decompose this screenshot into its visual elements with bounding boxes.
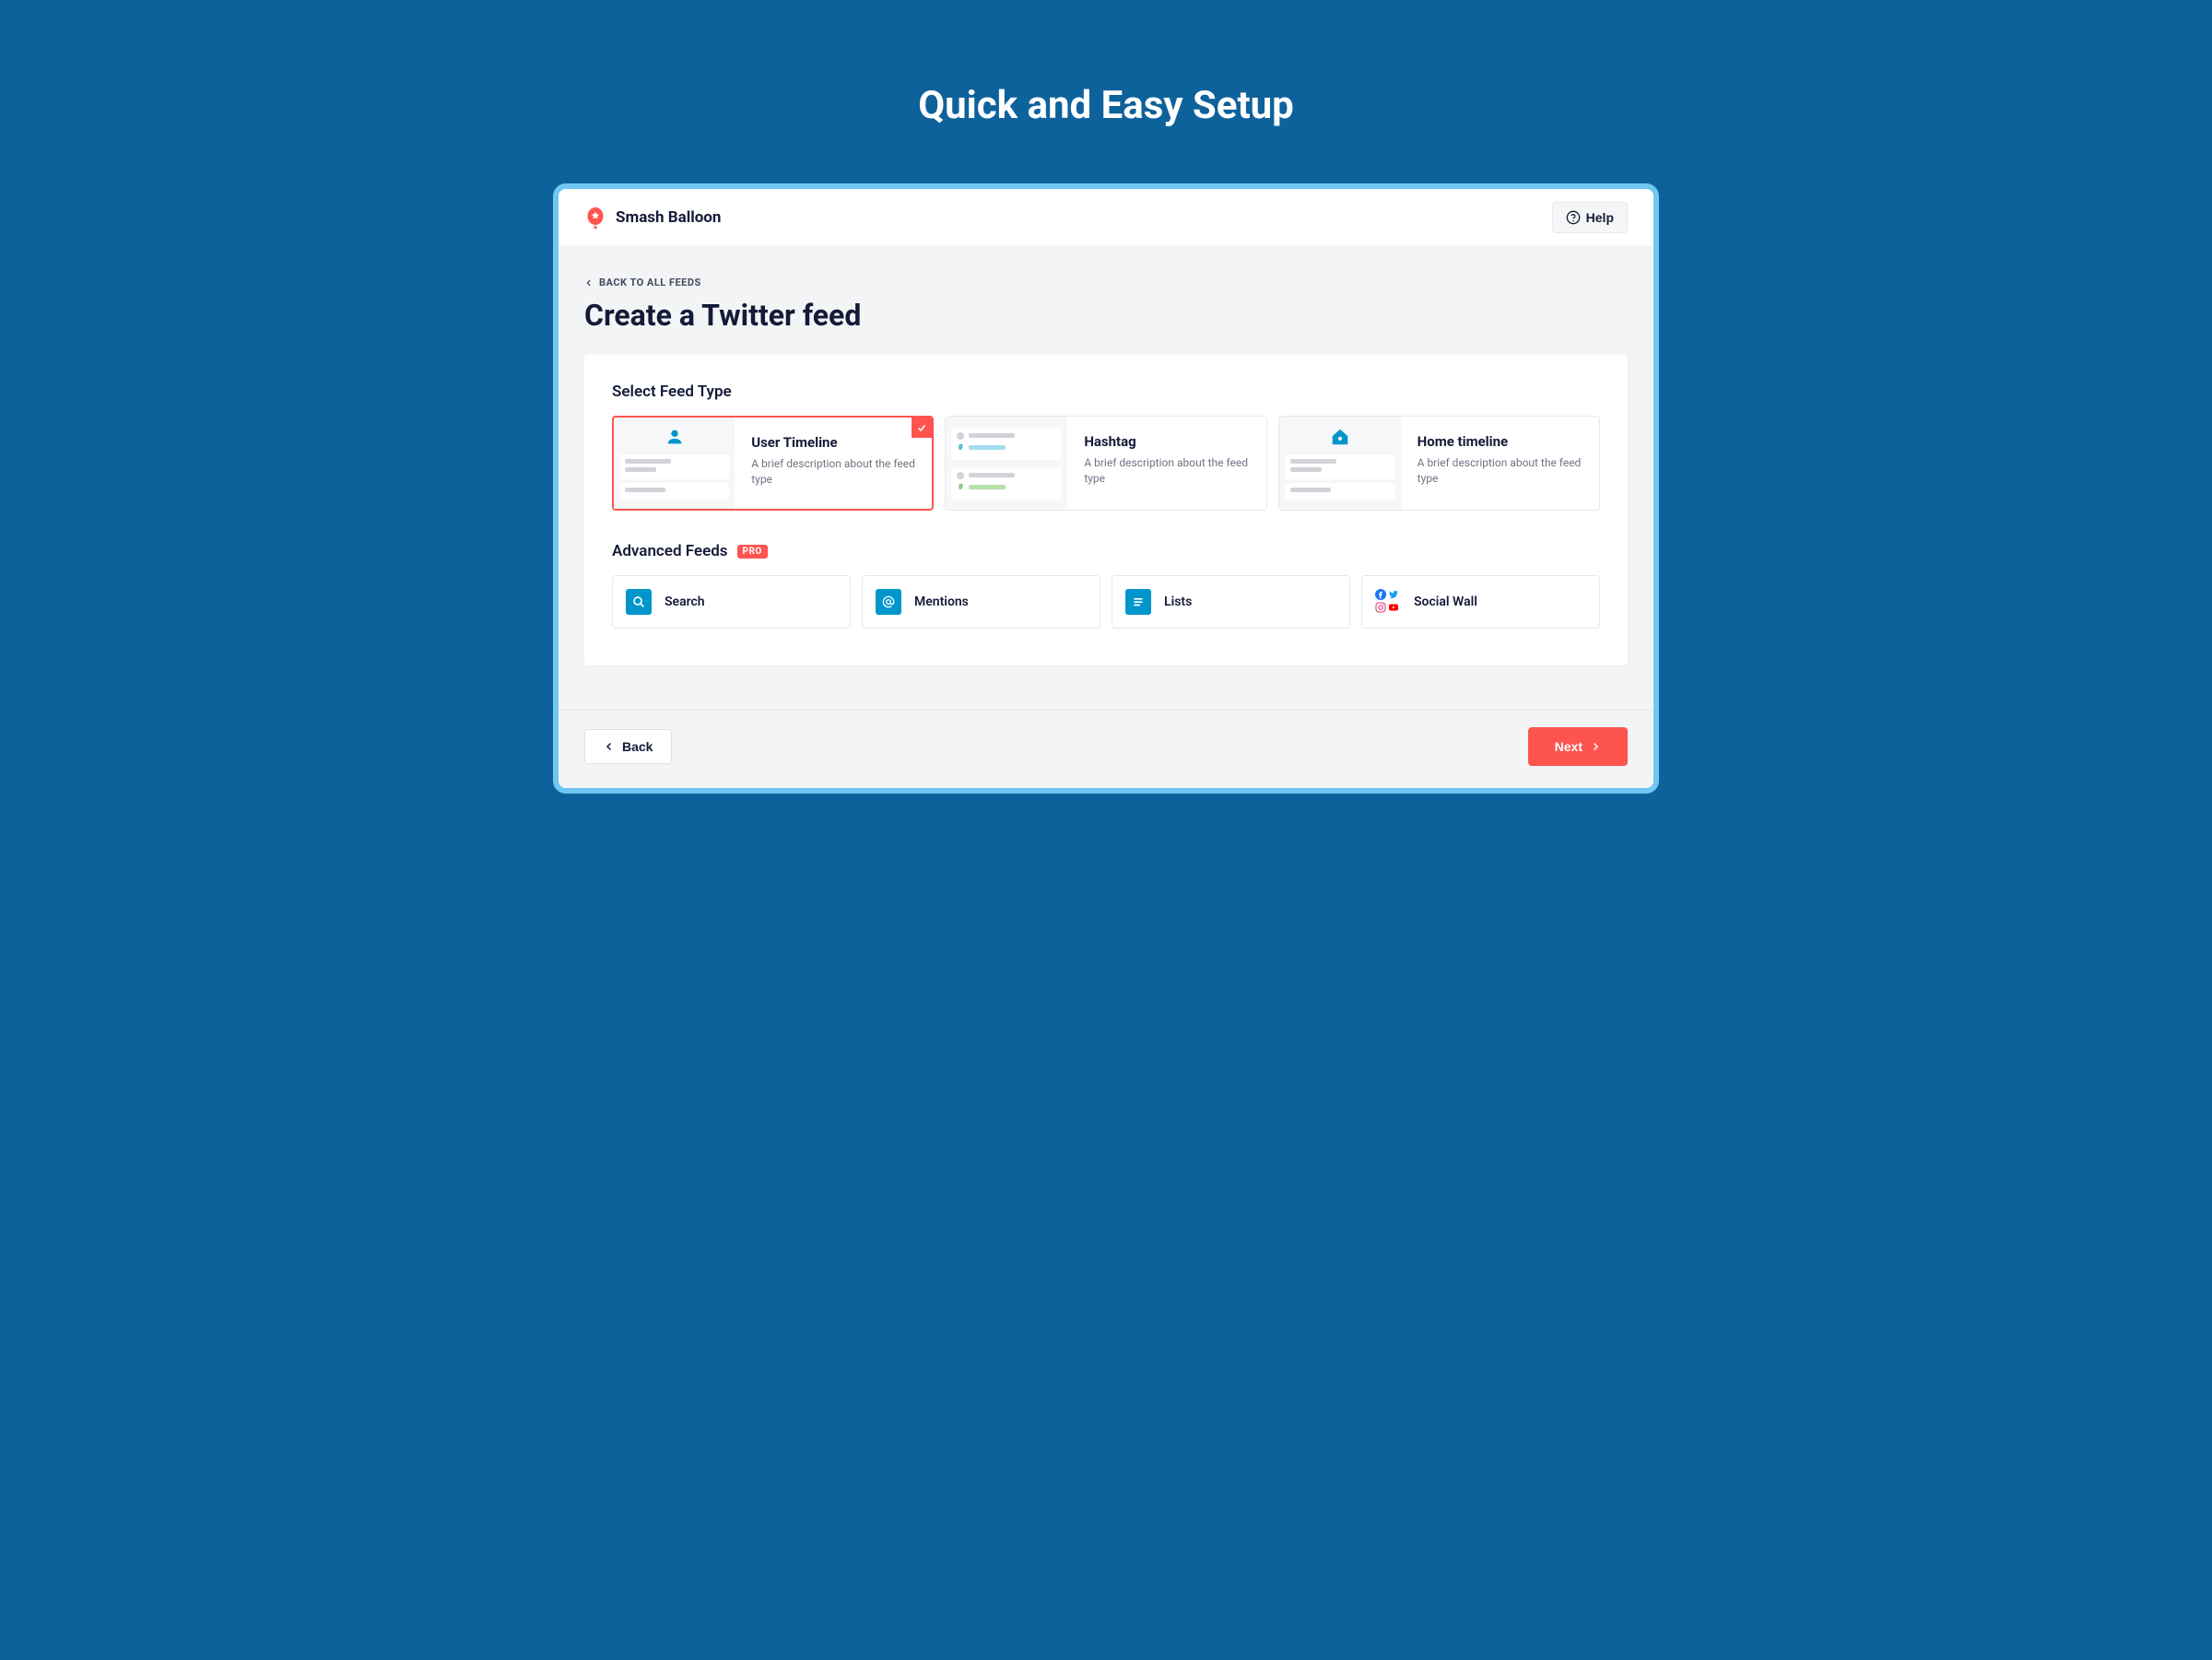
thumb-home-timeline bbox=[1279, 417, 1401, 510]
advanced-section-label: Advanced Feeds PRO bbox=[612, 542, 1600, 560]
advanced-section-text: Advanced Feeds bbox=[612, 542, 728, 560]
brand-name: Smash Balloon bbox=[616, 208, 721, 227]
next-button-label: Next bbox=[1555, 739, 1583, 754]
feed-type-row: User Timeline A brief description about … bbox=[612, 416, 1600, 511]
app-frame: Smash Balloon Help BACK TO ALL FEEDS Cre… bbox=[553, 183, 1659, 794]
feed-type-hashtag[interactable]: # # Hashtag A brief description about th… bbox=[945, 416, 1266, 511]
thumb-hashtag: # # bbox=[946, 417, 1067, 510]
feed-type-title: User Timeline bbox=[751, 434, 915, 451]
feed-type-desc: A brief description about the feed type bbox=[1418, 455, 1583, 488]
advanced-search[interactable]: Search bbox=[612, 575, 851, 629]
feed-type-desc: A brief description about the feed type bbox=[751, 456, 915, 489]
at-icon bbox=[876, 589, 901, 615]
feed-type-section-label: Select Feed Type bbox=[612, 383, 1600, 401]
twitter-icon bbox=[1388, 589, 1399, 600]
advanced-label: Mentions bbox=[914, 595, 969, 609]
home-bird-icon bbox=[1330, 427, 1350, 447]
help-label: Help bbox=[1586, 210, 1614, 225]
feed-type-user-timeline[interactable]: User Timeline A brief description about … bbox=[612, 416, 934, 511]
advanced-mentions[interactable]: Mentions bbox=[862, 575, 1100, 629]
panel: Select Feed Type bbox=[584, 355, 1628, 665]
feed-type-desc: A brief description about the feed type bbox=[1084, 455, 1249, 488]
chevron-left-icon bbox=[584, 278, 594, 288]
app-header: Smash Balloon Help bbox=[559, 189, 1653, 247]
next-button[interactable]: Next bbox=[1528, 727, 1628, 766]
instagram-icon bbox=[1375, 602, 1386, 613]
check-icon bbox=[912, 418, 932, 438]
feed-type-section-text: Select Feed Type bbox=[612, 383, 732, 401]
brand: Smash Balloon bbox=[584, 206, 721, 229]
advanced-label: Lists bbox=[1164, 595, 1192, 609]
back-to-feeds-link[interactable]: BACK TO ALL FEEDS bbox=[584, 277, 1628, 288]
search-icon bbox=[626, 589, 652, 615]
back-button-label: Back bbox=[622, 739, 653, 754]
page-title: Create a Twitter feed bbox=[584, 298, 1628, 333]
facebook-icon bbox=[1375, 589, 1386, 600]
advanced-label: Social Wall bbox=[1414, 595, 1477, 609]
help-button[interactable]: Help bbox=[1552, 202, 1628, 233]
user-icon bbox=[665, 427, 685, 447]
pro-badge: PRO bbox=[737, 545, 768, 559]
advanced-row: Search Mentions Lists bbox=[612, 575, 1600, 629]
advanced-lists[interactable]: Lists bbox=[1112, 575, 1350, 629]
page-heading: Quick and Easy Setup bbox=[0, 37, 2212, 183]
chevron-left-icon bbox=[604, 741, 615, 752]
advanced-social-wall[interactable]: Social Wall bbox=[1361, 575, 1600, 629]
back-button[interactable]: Back bbox=[584, 729, 672, 764]
feed-type-title: Hashtag bbox=[1084, 433, 1249, 450]
social-wall-icon bbox=[1375, 589, 1401, 615]
thumb-user-timeline bbox=[614, 418, 735, 509]
help-icon bbox=[1566, 210, 1581, 225]
advanced-label: Search bbox=[665, 595, 705, 609]
chevron-right-icon bbox=[1590, 741, 1601, 752]
list-icon bbox=[1125, 589, 1151, 615]
balloon-icon bbox=[584, 206, 606, 229]
feed-type-home-timeline[interactable]: Home timeline A brief description about … bbox=[1278, 416, 1600, 511]
back-link-label: BACK TO ALL FEEDS bbox=[599, 277, 701, 288]
feed-type-title: Home timeline bbox=[1418, 433, 1583, 450]
youtube-icon bbox=[1388, 602, 1399, 613]
footer: Back Next bbox=[559, 710, 1653, 788]
content: BACK TO ALL FEEDS Create a Twitter feed … bbox=[559, 247, 1653, 710]
